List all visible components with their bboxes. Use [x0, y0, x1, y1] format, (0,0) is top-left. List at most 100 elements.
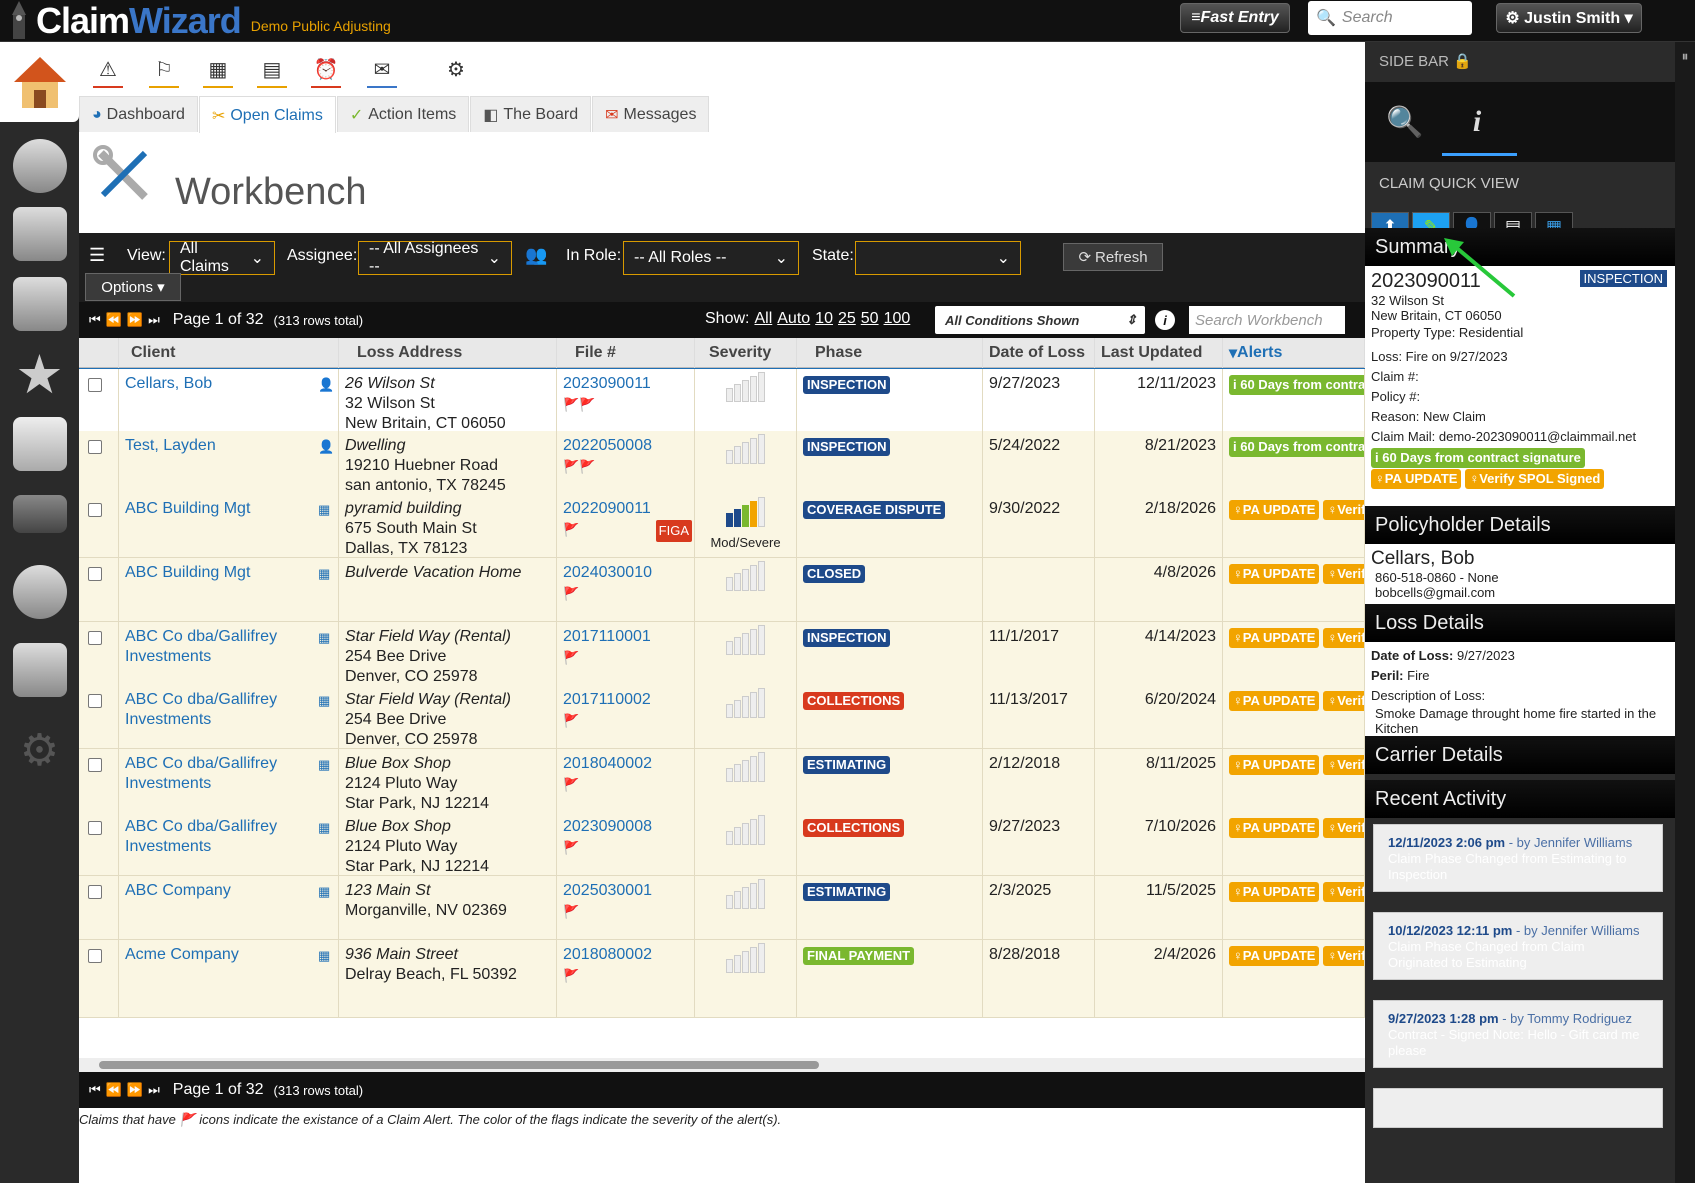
fast-entry-button[interactable]: ≡Fast Entry	[1180, 3, 1290, 33]
nav-settings[interactable]: ⚙	[0, 710, 79, 790]
file-link[interactable]: 2023090008	[563, 818, 652, 835]
alert-flag-icon[interactable]: 🚩	[563, 584, 688, 604]
row-checkbox[interactable]	[88, 885, 102, 899]
building-icon[interactable]: ▦	[318, 755, 332, 772]
file-link[interactable]: 2017110001	[563, 628, 651, 645]
workbench-search-input[interactable]: Search Workbench	[1189, 306, 1345, 334]
column-file[interactable]: File #	[557, 338, 695, 368]
tab-messages[interactable]: ✉ Messages	[592, 96, 710, 132]
alert-flag-icon[interactable]: 🚩🚩	[563, 457, 688, 477]
row-checkbox[interactable]	[88, 567, 102, 581]
phase-badge[interactable]: INSPECTION	[803, 438, 891, 456]
show-50-link[interactable]: 50	[861, 310, 879, 327]
alert-badge[interactable]: ♀PA UPDATE	[1229, 564, 1320, 584]
alert-badge[interactable]: ♀PA UPDATE	[1229, 500, 1320, 520]
building-icon[interactable]: ▦	[318, 628, 332, 645]
alert-badge[interactable]: i 60 Days from contract signature	[1371, 448, 1585, 468]
alert-flag-icon[interactable]: 🚩	[563, 711, 688, 731]
row-checkbox[interactable]	[88, 758, 102, 772]
alert-badge[interactable]: i 60 Days from contract signature	[1229, 375, 1364, 395]
nav-files[interactable]	[0, 194, 79, 274]
table-row[interactable]: Test, Layden 👤 Dwelling 19210 Huebner Road…	[79, 431, 1365, 495]
view-select[interactable]: All Claims ⌄	[169, 240, 275, 275]
flag-icon[interactable]: ⚐	[149, 54, 179, 88]
gear-icon[interactable]: ⚙	[441, 54, 471, 84]
sidebar-collapse[interactable]: ⏸	[1675, 42, 1695, 1183]
client-link[interactable]: ABC Co dba/Gallifrey Investments	[125, 755, 277, 792]
show-all-link[interactable]: All	[754, 310, 772, 327]
team-icon[interactable]: 👥	[525, 245, 547, 266]
user-menu-button[interactable]: ⚙ Justin Smith ▾	[1496, 3, 1642, 33]
table-row[interactable]: ABC Co dba/Gallifrey Investments ▦ Blue B…	[79, 812, 1365, 876]
client-link[interactable]: Test, Layden	[125, 437, 216, 454]
file-link[interactable]: 2017110002	[563, 691, 651, 708]
activity-item[interactable]: 10/12/2023 12:11 pm - by Jennifer Willia…	[1373, 912, 1663, 980]
alert-badge[interactable]: ♀PA UPDATE	[1229, 882, 1320, 902]
options-button[interactable]: Options ▾	[85, 273, 181, 301]
warning-icon[interactable]: ⚠	[93, 54, 123, 88]
pager-controls[interactable]: ⏮⏪⏩⏭	[89, 312, 165, 328]
alert-badge[interactable]: ♀PA UPDATE	[1229, 818, 1320, 838]
row-checkbox[interactable]	[88, 821, 102, 835]
row-checkbox[interactable]	[88, 378, 102, 392]
client-link[interactable]: ABC Building Mgt	[125, 500, 250, 517]
client-link[interactable]: ABC Co dba/Gallifrey Investments	[125, 628, 277, 665]
table-row[interactable]: ABC Company ▦ 123 Main St Morganville, NV …	[79, 876, 1365, 940]
horizontal-scrollbar[interactable]	[79, 1058, 1365, 1072]
file-link[interactable]: 2025030001	[563, 882, 652, 899]
alert-flag-icon[interactable]: 🚩	[563, 902, 688, 922]
row-checkbox[interactable]	[88, 631, 102, 645]
nav-reports[interactable]	[0, 552, 79, 632]
phase-badge[interactable]: ESTIMATING	[803, 756, 891, 774]
phase-badge[interactable]: CLOSED	[803, 565, 866, 583]
phase-badge[interactable]: ESTIMATING	[803, 883, 891, 901]
show-auto-link[interactable]: Auto	[777, 310, 810, 327]
alarm-clock-icon[interactable]: ⏰	[311, 54, 341, 88]
file-link[interactable]: 2023090011	[563, 375, 651, 392]
column-last-updated[interactable]: Last Updated	[1095, 338, 1223, 368]
scrollbar-thumb[interactable]	[99, 1061, 819, 1069]
info-icon[interactable]: i	[1442, 102, 1517, 156]
building-icon[interactable]: ▦	[318, 882, 332, 899]
alert-flag-icon[interactable]: 🚩	[563, 775, 688, 795]
policyholder-name[interactable]: Cellars, Bob	[1365, 548, 1675, 570]
phase-badge[interactable]: COLLECTIONS	[803, 819, 905, 837]
client-link[interactable]: ABC Co dba/Gallifrey Investments	[125, 818, 277, 855]
row-checkbox[interactable]	[88, 440, 102, 454]
alert-badge[interactable]: ♀PA UPDATE	[1229, 628, 1320, 648]
table-row[interactable]: ABC Co dba/Gallifrey Investments ▦ Star F…	[79, 685, 1365, 749]
alert-flag-icon[interactable]: 🚩	[563, 838, 688, 858]
alert-badge[interactable]: ♀Verify SPOL Signed	[1323, 755, 1364, 775]
phase-badge[interactable]: FINAL PAYMENT	[803, 947, 915, 965]
column-date-of-loss[interactable]: Date of Loss	[983, 338, 1095, 368]
file-link[interactable]: 2018080002	[563, 946, 652, 963]
client-link[interactable]: ABC Company	[125, 882, 231, 899]
alert-badge[interactable]: ♀Verify SPOL Signed	[1323, 946, 1364, 966]
tab-dashboard[interactable]: ◕ Dashboard	[79, 96, 198, 132]
show-25-link[interactable]: 25	[838, 310, 856, 327]
show-100-link[interactable]: 100	[884, 310, 911, 327]
column-loss-address[interactable]: Loss Address	[339, 338, 557, 368]
file-link[interactable]: 2022050008	[563, 437, 652, 454]
client-link[interactable]: Acme Company	[125, 946, 239, 963]
nav-calendar[interactable]	[0, 404, 79, 484]
filter-list-icon[interactable]: ☰	[89, 245, 105, 266]
table-row[interactable]: Acme Company ▦ 936 Main Street Delray Beac…	[79, 940, 1365, 1018]
alert-badge[interactable]: ♀Verify SPOL Signed	[1323, 628, 1364, 648]
table-row[interactable]: ABC Building Mgt ▦ Bulverde Vacation Home…	[79, 558, 1365, 622]
nav-cards[interactable]	[0, 264, 79, 344]
logo[interactable]: Claim Wizard Demo Public Adjusting	[6, 0, 391, 42]
alert-badge[interactable]: ♀PA UPDATE	[1229, 755, 1320, 775]
tab-action-items[interactable]: ✓ Action Items	[336, 96, 470, 132]
alert-badge[interactable]: ♀Verify SPOL Signed	[1323, 564, 1364, 584]
alert-flag-icon[interactable]: 🚩	[563, 966, 688, 986]
client-link[interactable]: ABC Co dba/Gallifrey Investments	[125, 691, 277, 728]
table-row[interactable]: ABC Building Mgt ▦ pyramid building 675 So…	[79, 494, 1365, 558]
select-all-column[interactable]	[79, 338, 119, 368]
nav-library[interactable]	[0, 630, 79, 710]
phase-badge[interactable]: INSPECTION	[803, 629, 891, 647]
building-icon[interactable]: ▦	[318, 691, 332, 708]
file-link[interactable]: 2018040002	[563, 755, 652, 772]
activity-item[interactable]	[1373, 1088, 1663, 1128]
show-10-link[interactable]: 10	[815, 310, 833, 327]
